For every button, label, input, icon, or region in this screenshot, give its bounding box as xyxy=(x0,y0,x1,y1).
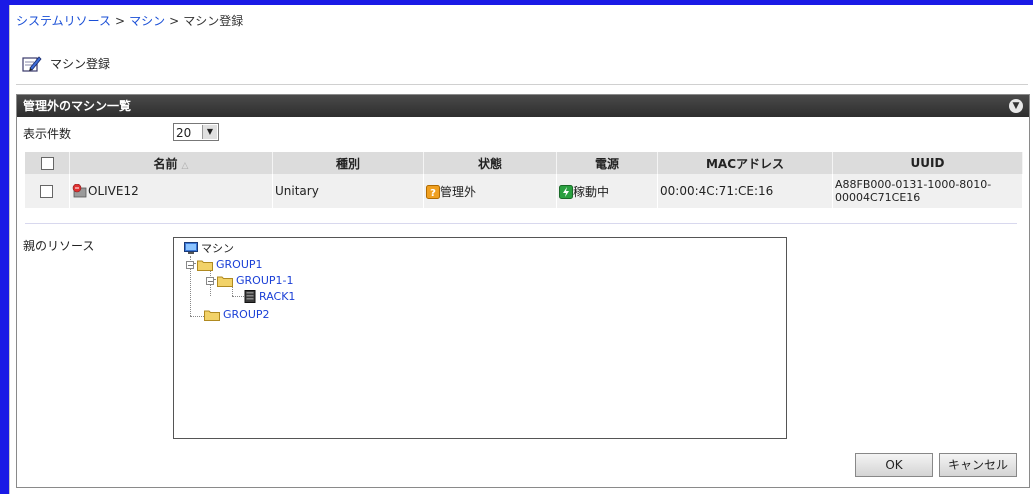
per-page-value: 20 xyxy=(176,126,192,140)
breadcrumb-system-resources[interactable]: システムリソース xyxy=(16,14,111,28)
tree-label-group1-1: GROUP1-1 xyxy=(236,274,294,287)
sort-asc-icon: △ xyxy=(181,160,189,171)
column-type[interactable]: 種別 xyxy=(272,152,424,174)
cell-mac: 00:00:4C:71:CE:16 xyxy=(657,174,833,208)
power-on-icon xyxy=(559,185,573,199)
page-title: マシン登録 xyxy=(22,54,110,72)
breadcrumb-current: マシン登録 xyxy=(183,14,244,28)
parent-resource-tree[interactable]: マシン − GROUP1 − GROUP1-1 RACK1 GROUP2 xyxy=(173,237,787,439)
monitor-icon xyxy=(184,242,198,254)
divider xyxy=(16,84,1028,85)
tree-label-group2: GROUP2 xyxy=(223,308,270,321)
window-frame-left xyxy=(0,0,9,494)
tree-node-group1[interactable]: − GROUP1 xyxy=(186,258,263,271)
tree-node-group2[interactable]: GROUP2 xyxy=(204,308,270,321)
content-edge xyxy=(9,5,10,494)
unmanaged-machines-panel: 管理外のマシン一覧 ▼ 表示件数 20 ▼ 名前 △ 種別 状態 電源 MACアド… xyxy=(16,94,1030,488)
column-power[interactable]: 電源 xyxy=(556,152,658,174)
select-all-header xyxy=(25,152,70,174)
collapse-circle-icon[interactable]: ▼ xyxy=(1009,99,1023,113)
cell-status: ? 管理外 xyxy=(423,174,557,208)
status-text: 管理外 xyxy=(440,184,477,199)
cell-power: 稼動中 xyxy=(556,174,658,208)
column-uuid[interactable]: UUID xyxy=(832,152,1023,174)
folder-icon xyxy=(204,310,220,321)
cell-name: OLIVE12 xyxy=(69,174,273,208)
column-status[interactable]: 状態 xyxy=(423,152,557,174)
cancel-button[interactable]: キャンセル xyxy=(939,453,1017,477)
parent-resource-label: 親のリソース xyxy=(23,239,95,253)
tree-label-group1: GROUP1 xyxy=(216,258,263,271)
machine-name: OLIVE12 xyxy=(88,183,139,198)
row-checkbox-cell xyxy=(25,174,70,208)
breadcrumb-separator: > xyxy=(115,14,126,28)
panel-header: 管理外のマシン一覧 ▼ xyxy=(17,95,1029,117)
breadcrumb: システムリソース > マシン > マシン登録 xyxy=(16,12,243,29)
window-frame-top xyxy=(0,0,1033,5)
chevron-down-icon: ▼ xyxy=(202,125,217,139)
collapse-icon[interactable]: − xyxy=(186,260,194,269)
tree-node-group1-1[interactable]: − GROUP1-1 xyxy=(206,274,293,287)
tree-node-root[interactable]: マシン xyxy=(184,240,234,256)
collapse-icon[interactable]: − xyxy=(206,276,214,285)
select-all-checkbox[interactable] xyxy=(40,157,54,170)
breadcrumb-machine[interactable]: マシン xyxy=(129,14,165,28)
power-text: 稼動中 xyxy=(573,184,610,199)
tree-label-rack1: RACK1 xyxy=(259,290,296,303)
machines-table: 名前 △ 種別 状態 電源 MACアドレス UUID OLIVE12 Unitar… xyxy=(25,152,1023,208)
table-row: OLIVE12 Unitary ? 管理外 稼動中 00:00:4C:71:CE… xyxy=(25,174,1023,208)
ok-button[interactable]: OK xyxy=(855,453,933,477)
row-checkbox[interactable] xyxy=(40,185,53,198)
breadcrumb-separator: > xyxy=(169,14,180,28)
panel-title: 管理外のマシン一覧 xyxy=(23,99,132,113)
per-page-label: 表示件数 xyxy=(23,127,72,141)
svg-text:?: ? xyxy=(430,188,436,199)
rack-icon xyxy=(244,290,256,303)
tree-connector xyxy=(190,316,204,317)
cell-type: Unitary xyxy=(272,174,424,208)
tree-connector xyxy=(232,296,244,297)
tree-root-label: マシン xyxy=(201,242,234,255)
table-header-row: 名前 △ 種別 状態 電源 MACアドレス UUID xyxy=(25,152,1023,174)
folder-icon xyxy=(217,276,233,287)
question-status-icon: ? xyxy=(426,185,440,199)
divider xyxy=(25,223,1017,224)
column-name[interactable]: 名前 △ xyxy=(69,152,273,174)
cell-uuid: A88FB000-0131-1000-8010-00004C71CE16 xyxy=(832,174,1023,208)
server-unmanaged-icon xyxy=(72,184,87,198)
tree-node-rack1[interactable]: RACK1 xyxy=(244,290,295,303)
per-page-select[interactable]: 20 ▼ xyxy=(173,123,219,141)
page-title-text: マシン登録 xyxy=(50,56,111,71)
edit-form-icon xyxy=(22,56,42,72)
column-name-label: 名前 xyxy=(153,156,178,171)
folder-icon xyxy=(197,260,213,271)
column-mac[interactable]: MACアドレス xyxy=(657,152,833,174)
